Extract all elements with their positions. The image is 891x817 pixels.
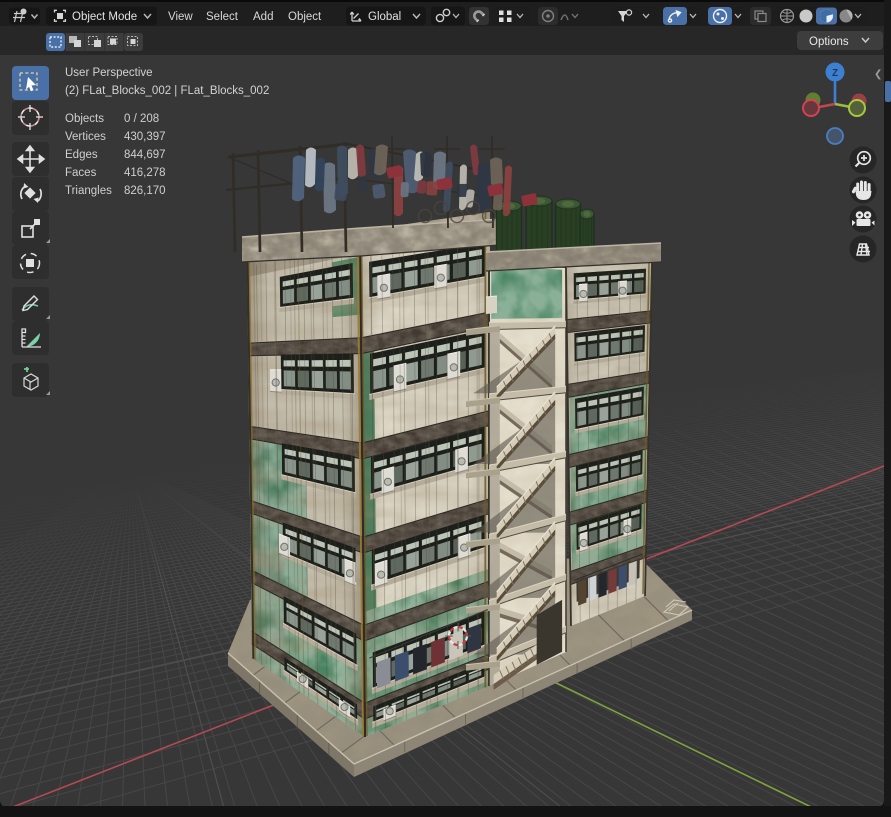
svg-text:View: View [168,11,193,23]
svg-text:Global: Global [368,11,401,23]
svg-text:Options: Options [809,36,849,48]
svg-text:Z: Z [832,68,838,79]
svg-text:Select: Select [206,11,239,23]
svg-text:Add: Add [253,11,273,23]
svg-text:Object: Object [288,11,322,23]
svg-text:Object Mode: Object Mode [72,11,137,23]
